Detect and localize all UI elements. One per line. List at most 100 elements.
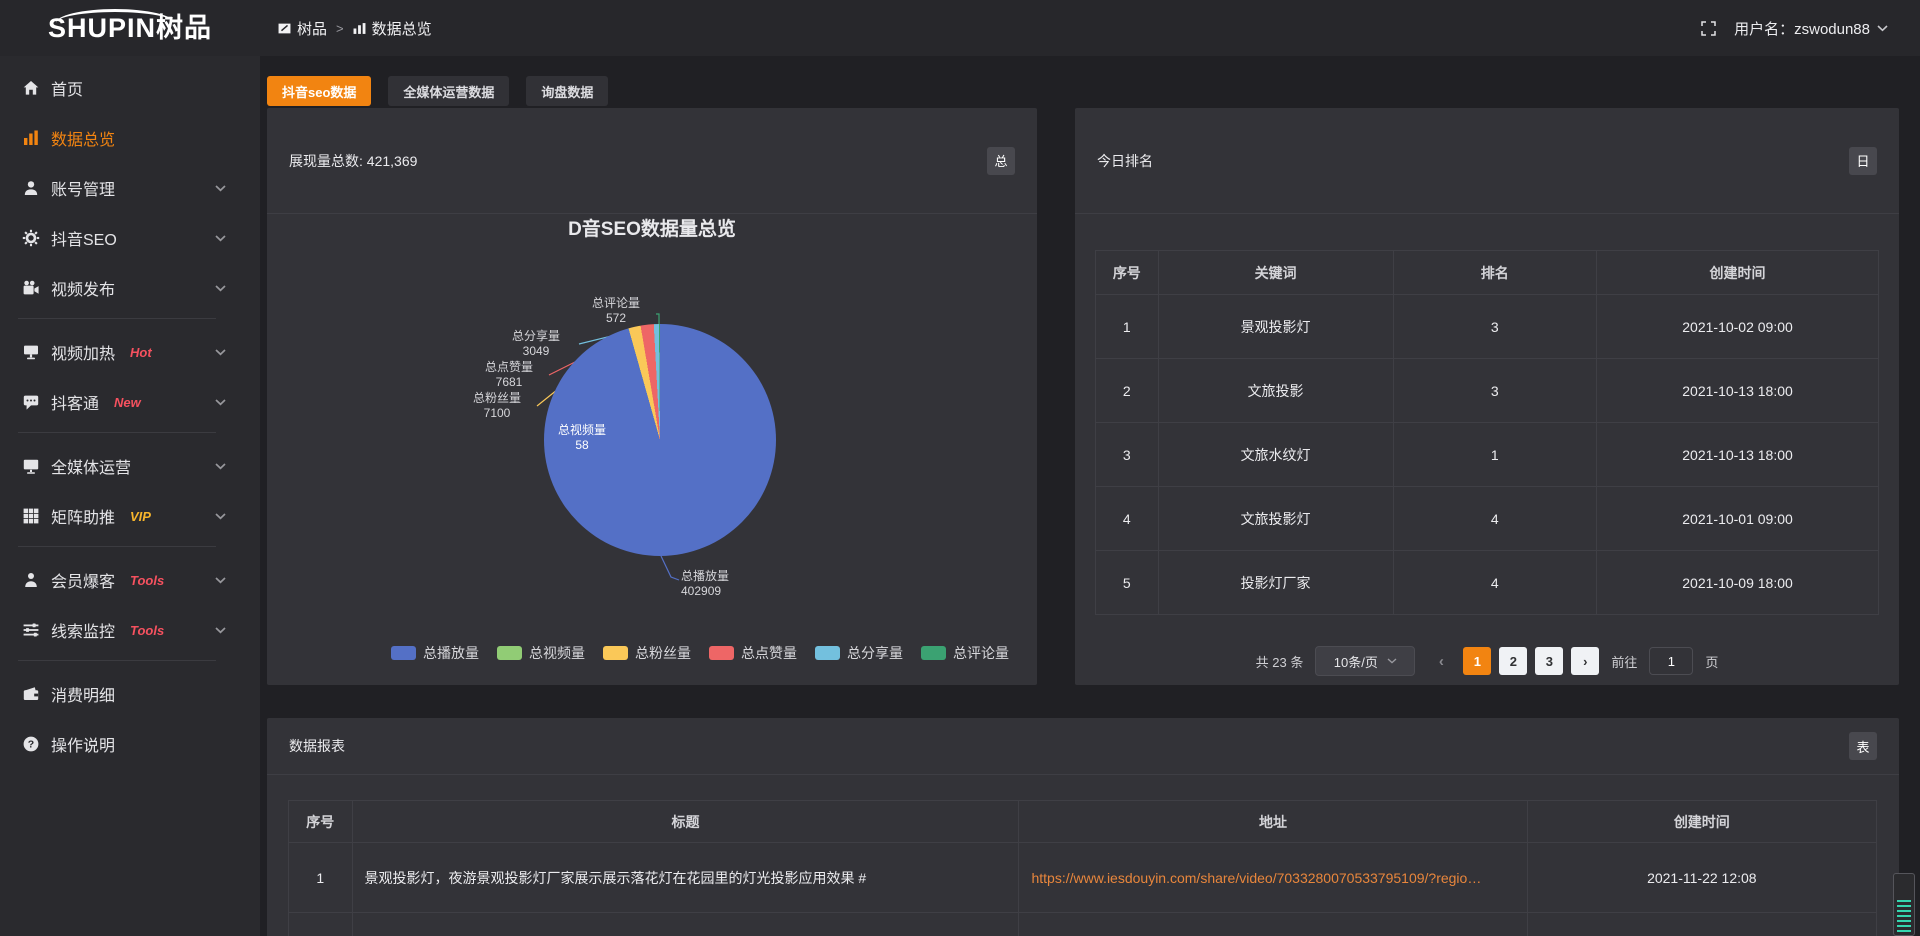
chevron-down-icon	[215, 235, 226, 242]
rank-table-row: 2文旅投影32021-10-13 18:00	[1096, 359, 1879, 423]
rank-cell: 2	[1096, 359, 1159, 423]
pager: ‹ 123 ›	[1427, 647, 1599, 675]
rank-cell: 4	[1393, 551, 1597, 615]
sidebar-item-label: 矩阵助推	[51, 504, 115, 528]
pie-label-3: 总点赞量7681	[464, 360, 554, 390]
rank-day-button[interactable]: 日	[1849, 147, 1877, 175]
sidebar-item-matrix-boost[interactable]: 矩阵助推VIP	[0, 496, 260, 536]
report-cell-time: 2021-11-22 12:08	[1527, 843, 1876, 913]
tab-1[interactable]: 全媒体运营数据	[388, 76, 509, 106]
sidebar-item-clue-monitor[interactable]: 线索监控Tools	[0, 610, 260, 650]
sidebar-item-label: 首页	[51, 76, 83, 100]
logo[interactable]: SHUPIN树品	[0, 15, 260, 42]
grid-icon	[22, 507, 40, 525]
sidebar-divider	[18, 432, 216, 433]
sidebar-item-account-manage[interactable]: 账号管理	[0, 168, 260, 208]
user-icon	[22, 179, 40, 197]
sidebar-item-label: 抖音SEO	[51, 226, 117, 250]
legend-swatch	[815, 646, 840, 660]
sidebar-divider	[18, 546, 216, 547]
rank-cell: 2021-10-09 18:00	[1597, 551, 1879, 615]
page-button-2[interactable]: 2	[1499, 647, 1527, 675]
legend-swatch	[921, 646, 946, 660]
rank-cell: 2021-10-01 09:00	[1597, 487, 1879, 551]
rank-cell: 5	[1096, 551, 1159, 615]
screen-icon	[22, 343, 40, 361]
report-table-button[interactable]: 表	[1849, 732, 1877, 760]
tab-0[interactable]: 抖音seo数据	[267, 76, 371, 106]
breadcrumb-separator: >	[336, 21, 344, 36]
legend-item-3[interactable]: 总点赞量	[709, 643, 797, 663]
sidebar-item-video-heat[interactable]: 视频加热 Hot	[0, 332, 260, 372]
sidebar-item-label: 会员爆客	[51, 568, 115, 592]
chevron-down-icon	[215, 577, 226, 584]
legend-item-5[interactable]: 总评论量	[921, 643, 1009, 663]
gear-icon	[22, 229, 40, 247]
prev-page-button[interactable]: ‹	[1427, 647, 1455, 675]
fullscreen-icon[interactable]	[1701, 21, 1716, 36]
rank-col-header: 创建时间	[1597, 251, 1879, 295]
legend-item-2[interactable]: 总粉丝量	[603, 643, 691, 663]
sidebar-item-media-operation[interactable]: 全媒体运营	[0, 446, 260, 486]
page-button-3[interactable]: 3	[1535, 647, 1563, 675]
goto-page-input[interactable]	[1649, 647, 1693, 675]
report-col-header: 标题	[352, 801, 1019, 843]
legend-label: 总分享量	[847, 643, 903, 663]
page-size-select[interactable]: 10条/页	[1315, 646, 1415, 676]
legend-swatch	[603, 646, 628, 660]
legend-swatch	[709, 646, 734, 660]
widget-stripes-icon	[1897, 900, 1911, 932]
sidebar-item-instructions[interactable]: ?操作说明	[0, 724, 260, 764]
pie-label-0: 总播放量402909	[681, 569, 771, 599]
rank-table-row: 3文旅水纹灯12021-10-13 18:00	[1096, 423, 1879, 487]
chevron-down-icon	[215, 399, 226, 406]
page-unit-label: 页	[1705, 652, 1718, 671]
pagination-total: 共 23 条	[1256, 652, 1304, 671]
legend-item-4[interactable]: 总分享量	[815, 643, 903, 663]
username-label: 用户名：zswodun88	[1734, 18, 1870, 39]
legend-label: 总视频量	[529, 643, 585, 663]
legend-swatch	[391, 646, 416, 660]
breadcrumb-current[interactable]: 数据总览	[353, 18, 432, 39]
bar-chart-icon	[22, 129, 40, 147]
person-icon	[22, 571, 40, 589]
sidebar-item-douketong[interactable]: 抖客通New	[0, 382, 260, 422]
sidebar-badge: Hot	[130, 345, 152, 360]
report-table-row	[289, 913, 1877, 936]
rank-panel-title: 今日排名	[1097, 151, 1153, 171]
chevron-down-icon	[215, 285, 226, 292]
next-page-button[interactable]: ›	[1571, 647, 1599, 675]
sidebar-item-consumption[interactable]: 消费明细	[0, 674, 260, 714]
sidebar-item-label: 全媒体运营	[51, 454, 131, 478]
rank-cell: 2021-10-13 18:00	[1597, 423, 1879, 487]
rank-table-row: 1景观投影灯32021-10-02 09:00	[1096, 295, 1879, 359]
sidebar-item-label: 账号管理	[51, 176, 115, 200]
breadcrumb-root[interactable]: 树品	[278, 18, 327, 39]
tab-2[interactable]: 询盘数据	[526, 76, 608, 106]
pie-label-4: 总分享量3049	[491, 329, 581, 359]
rank-col-header: 关键词	[1158, 251, 1393, 295]
sidebar-item-label: 视频加热	[51, 340, 115, 364]
sidebar-item-douyin-seo[interactable]: 抖音SEO	[0, 218, 260, 258]
report-cell-title: 景观投影灯，夜游景观投影灯厂家展示展示落花灯在花园里的灯光投影应用效果 #	[352, 843, 1019, 913]
page-button-1[interactable]: 1	[1463, 647, 1491, 675]
video-link[interactable]: https://www.iesdouyin.com/share/video/70…	[1031, 870, 1481, 886]
sidebar-item-video-publish[interactable]: 视频发布	[0, 268, 260, 308]
legend-item-0[interactable]: 总播放量	[391, 643, 479, 663]
chat-icon	[22, 393, 40, 411]
video-camera-icon	[22, 279, 40, 297]
sidebar-item-label: 视频发布	[51, 276, 115, 300]
chevron-down-icon	[215, 513, 226, 520]
rank-cell: 景观投影灯	[1158, 295, 1393, 359]
legend-item-1[interactable]: 总视频量	[497, 643, 585, 663]
report-panel-title: 数据报表	[289, 736, 345, 756]
sidebar-item-member-baoke[interactable]: 会员爆客Tools	[0, 560, 260, 600]
sidebar-item-home[interactable]: 首页	[0, 68, 260, 108]
report-table-row: 1景观投影灯，夜游景观投影灯厂家展示展示落花灯在花园里的灯光投影应用效果 #ht…	[289, 843, 1877, 913]
home-icon	[22, 79, 40, 97]
rank-cell: 4	[1096, 487, 1159, 551]
floating-contact-widget[interactable]	[1893, 873, 1915, 936]
goto-label: 前往	[1611, 652, 1637, 671]
user-menu[interactable]: 用户名：zswodun88	[1734, 18, 1888, 39]
sidebar-item-data-overview[interactable]: 数据总览	[0, 118, 260, 158]
